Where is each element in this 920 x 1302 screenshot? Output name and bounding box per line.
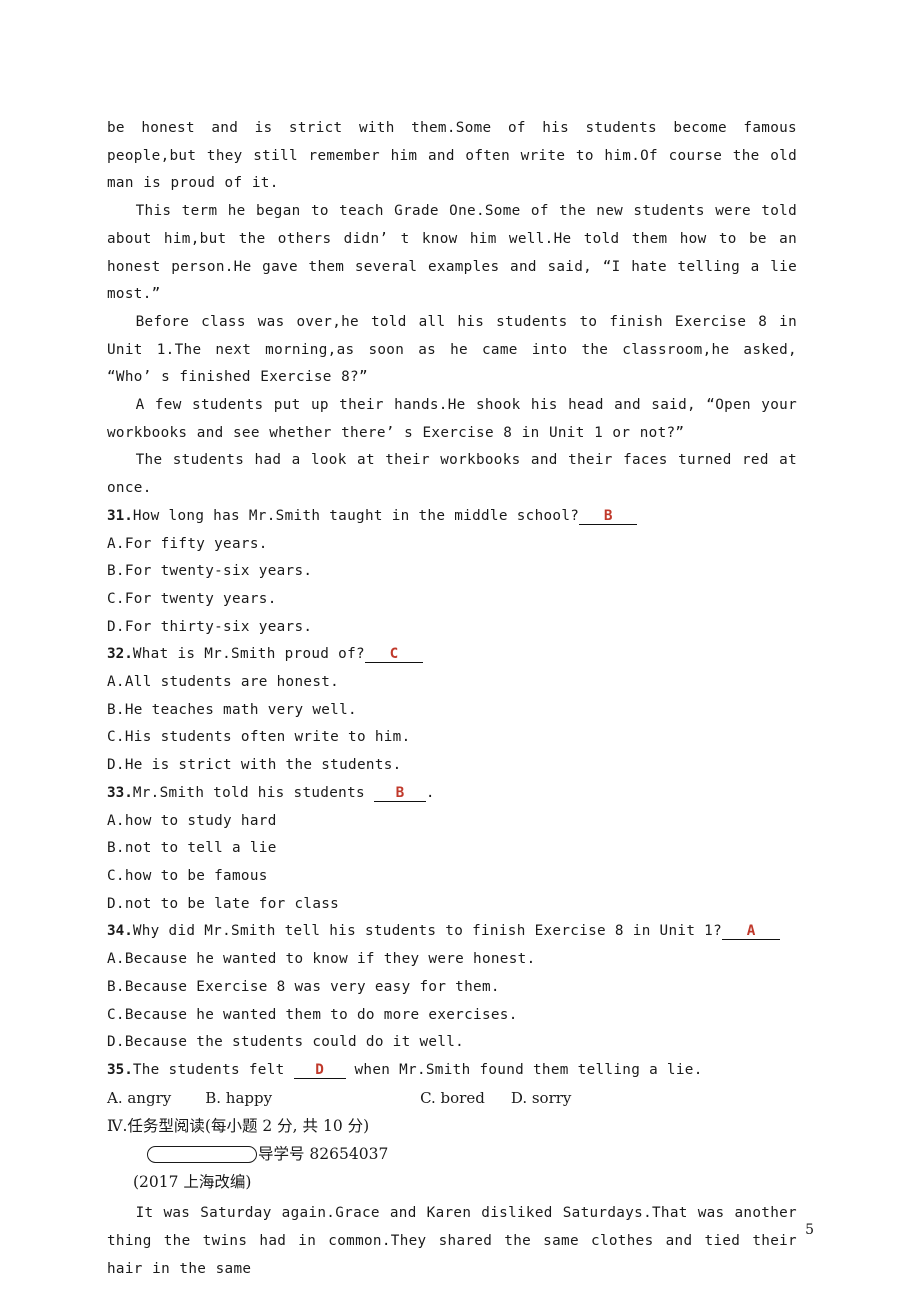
question-35-answer-blank[interactable]: D — [293, 1062, 346, 1079]
question-34-number: 34. — [107, 923, 133, 940]
question-34-answer-blank[interactable]: A — [722, 924, 781, 941]
section-passage-paragraph: It was Saturday again.Grace and Karen di… — [107, 1205, 797, 1277]
question-32-answer-blank[interactable]: C — [364, 647, 423, 664]
question-35-options-row: A. angry B. happy C. bored D. sorry — [107, 1085, 797, 1113]
question-34-option-a[interactable]: A.Because he wanted to know if they were… — [107, 946, 797, 974]
question-35-option-d[interactable]: D. sorry — [511, 1089, 572, 1107]
question-33-option-a[interactable]: A.how to study hard — [107, 808, 797, 836]
question-32: 32.What is Mr.Smith proud of? C — [107, 641, 797, 669]
question-33-option-d[interactable]: D.not to be late for class — [107, 891, 797, 919]
question-32-option-d[interactable]: D.He is strict with the students. — [107, 752, 797, 780]
passage-paragraph-4: A few students put up their hands.He sho… — [107, 397, 797, 441]
question-34: 34.Why did Mr.Smith tell his students to… — [107, 918, 797, 946]
question-34-option-b[interactable]: B.Because Exercise 8 was very easy for t… — [107, 974, 797, 1002]
question-34-stem: Why did Mr.Smith tell his students to fi… — [132, 923, 723, 940]
question-33-option-c[interactable]: C.how to be famous — [107, 863, 797, 891]
pill-shape-icon — [147, 1145, 257, 1163]
question-31: 31.How long has Mr.Smith taught in the m… — [107, 503, 797, 531]
question-35-option-b[interactable]: B. happy — [205, 1089, 272, 1107]
section-heading: Ⅳ.任务型阅读(每小题 2 分, 共 10 分) — [107, 1117, 370, 1136]
question-31-stem: How long has Mr.Smith taught in the midd… — [132, 507, 580, 524]
question-33-stem: Mr.Smith told his students — [132, 784, 374, 801]
question-34-option-d[interactable]: D.Because the students could do it well. — [107, 1029, 797, 1057]
question-35-option-c[interactable]: C. bored — [420, 1089, 485, 1107]
daoxue-number-label: 导学号 82654037 — [258, 1144, 389, 1163]
page-content: be honest and is strict with them.Some o… — [107, 115, 797, 1283]
passage-paragraph-5: The students had a look at their workboo… — [107, 452, 797, 497]
document-page: be honest and is strict with them.Some o… — [0, 0, 920, 1302]
question-35: 35.The students felt D when Mr.Smith fou… — [107, 1057, 797, 1085]
question-33-option-b[interactable]: B.not to tell a lie — [107, 835, 797, 863]
passage-paragraph-1: be honest and is strict with them.Some o… — [107, 120, 797, 192]
question-32-number: 32. — [107, 646, 133, 663]
question-31-option-d[interactable]: D.For thirty-six years. — [107, 614, 797, 642]
question-32-option-c[interactable]: C.His students often write to him. — [107, 724, 797, 752]
question-31-option-a[interactable]: A.For fifty years. — [107, 531, 797, 559]
question-33-answer-blank[interactable]: B — [373, 785, 426, 802]
source-attribution: (2017 上海改编) — [133, 1173, 252, 1192]
question-32-option-b[interactable]: B.He teaches math very well. — [107, 697, 797, 725]
daoxue-row: 导学号 82654037 — [147, 1140, 797, 1168]
question-31-option-b[interactable]: B.For twenty-six years. — [107, 558, 797, 586]
question-33-number: 33. — [107, 784, 133, 801]
passage-paragraph-3: Before class was over,he told all his st… — [107, 313, 797, 386]
question-31-answer-blank[interactable]: B — [579, 508, 638, 525]
question-35-option-a[interactable]: A. angry — [107, 1089, 171, 1107]
question-31-number: 31. — [107, 507, 133, 524]
passage-paragraph-2: This term he began to teach Grade One.So… — [107, 203, 797, 303]
question-33: 33.Mr.Smith told his students B. — [107, 780, 797, 808]
page-number: 5 — [805, 1222, 814, 1238]
question-32-stem: What is Mr.Smith proud of? — [132, 646, 365, 663]
question-35-number: 35. — [107, 1061, 133, 1078]
question-34-option-c[interactable]: C.Because he wanted them to do more exer… — [107, 1002, 797, 1030]
question-33-stem-after: . — [425, 784, 435, 801]
question-35-stem-after: when Mr.Smith found them telling a lie. — [345, 1061, 703, 1078]
question-31-option-c[interactable]: C.For twenty years. — [107, 586, 797, 614]
question-35-stem: The students felt — [132, 1061, 294, 1078]
question-32-option-a[interactable]: A.All students are honest. — [107, 669, 797, 697]
